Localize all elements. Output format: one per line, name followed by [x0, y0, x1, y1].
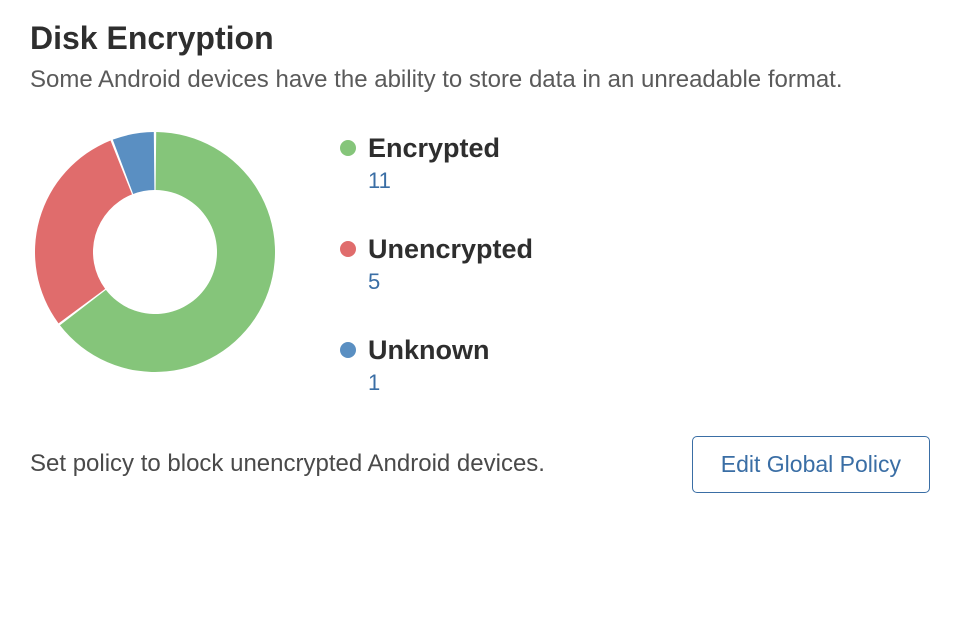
legend-dot-unknown — [340, 342, 356, 358]
legend-item-unknown[interactable]: Unknown 1 — [340, 335, 533, 396]
legend-label-unknown: Unknown — [368, 335, 490, 366]
legend-dot-encrypted — [340, 140, 356, 156]
edit-global-policy-button[interactable]: Edit Global Policy — [692, 436, 930, 493]
legend-dot-unencrypted — [340, 241, 356, 257]
legend-value-unknown: 1 — [368, 370, 533, 396]
donut-chart — [30, 127, 280, 377]
legend-item-unencrypted[interactable]: Unencrypted 5 — [340, 234, 533, 295]
legend-label-encrypted: Encrypted — [368, 133, 500, 164]
donut-slice-unencrypted[interactable] — [35, 140, 132, 323]
section-title: Disk Encryption — [30, 20, 930, 57]
section-subtitle: Some Android devices have the ability to… — [30, 63, 850, 97]
chart-row: Encrypted 11 Unencrypted 5 Unknown 1 — [30, 127, 930, 396]
legend-item-encrypted[interactable]: Encrypted 11 — [340, 133, 533, 194]
footer-text: Set policy to block unencrypted Android … — [30, 450, 545, 478]
footer-row: Set policy to block unencrypted Android … — [30, 436, 930, 493]
legend: Encrypted 11 Unencrypted 5 Unknown 1 — [340, 127, 533, 396]
legend-label-unencrypted: Unencrypted — [368, 234, 533, 265]
legend-value-encrypted: 11 — [368, 168, 533, 194]
legend-value-unencrypted: 5 — [368, 269, 533, 295]
